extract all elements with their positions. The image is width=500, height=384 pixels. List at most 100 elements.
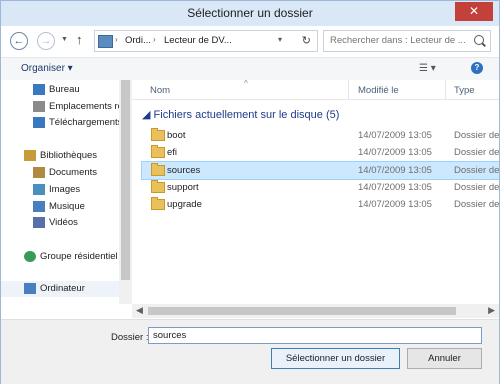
cancel-button[interactable]: Annuler — [407, 348, 482, 369]
images-icon — [33, 184, 45, 195]
table-row[interactable]: support 14/07/2009 13:05 Dossier de — [142, 179, 499, 196]
collapse-chevron-icon[interactable]: ◢ — [142, 109, 150, 121]
scroll-left-icon[interactable]: ◀ — [136, 305, 143, 316]
horizontal-scrollbar[interactable]: ◀ ▶ — [132, 304, 499, 318]
table-row-selected[interactable]: sources 14/07/2009 13:05 Dossier de — [141, 161, 499, 180]
scrollbar-thumb[interactable] — [148, 307, 456, 315]
view-options-icon[interactable]: ☰ ▾ — [419, 63, 436, 74]
nav-item-videos[interactable]: Vidéos — [1, 215, 119, 231]
file-list-pane: ^ Nom Modifié le Type ◢ Fichiers actuell… — [132, 80, 499, 304]
column-divider[interactable] — [348, 80, 349, 99]
row-name: support — [167, 182, 199, 193]
select-folder-dialog: Sélectionner un dossier ✕ ← → ▼ ↑ › Ordi… — [0, 0, 500, 384]
organise-menu-button[interactable]: Organiser ▾ — [21, 63, 73, 74]
table-row[interactable]: upgrade 14/07/2009 13:05 Dossier de — [142, 196, 499, 213]
select-folder-button[interactable]: Sélectionner un dossier — [271, 348, 400, 369]
nav-item-images[interactable]: Images — [1, 182, 119, 198]
folder-icon — [151, 180, 165, 193]
breadcrumb-computer[interactable]: Ordi... — [125, 35, 151, 46]
nav-item-libraries[interactable]: Bibliothèques — [1, 148, 119, 164]
back-button[interactable]: ← — [10, 32, 28, 50]
table-row[interactable]: efi 14/07/2009 13:05 Dossier de — [142, 144, 499, 161]
nav-item-documents[interactable]: Documents — [1, 165, 119, 181]
downloads-icon — [33, 117, 45, 128]
help-icon[interactable]: ? — [471, 62, 483, 74]
navigation-pane: Bureau Emplacements ré Téléchargements B… — [1, 80, 119, 304]
row-type: Dossier de — [454, 130, 499, 141]
nav-item-homegroup[interactable]: Groupe résidentiel — [1, 249, 119, 265]
folder-icon — [151, 163, 165, 176]
column-headers: ^ Nom Modifié le Type — [132, 80, 499, 100]
nav-item-label: Ordinateur — [40, 283, 85, 294]
computer-icon — [24, 283, 36, 294]
nav-item-desktop[interactable]: Bureau — [1, 82, 119, 98]
recent-locations-dropdown[interactable]: ▼ — [61, 36, 68, 43]
row-name: upgrade — [167, 199, 202, 210]
row-name: efi — [167, 147, 178, 158]
column-divider[interactable] — [445, 80, 446, 99]
folder-field-label: Dossier : — [111, 332, 149, 343]
row-date: 14/07/2009 13:05 — [358, 199, 432, 210]
dialog-footer: Dossier : Sélectionner un dossier Annule… — [1, 319, 499, 384]
nav-item-label: Téléchargements — [49, 117, 119, 128]
row-name: boot — [167, 130, 186, 141]
title-bar: Sélectionner un dossier ✕ — [1, 1, 499, 26]
nav-item-label: Vidéos — [49, 217, 78, 228]
nav-item-label: Bureau — [49, 84, 80, 95]
up-folder-button[interactable]: ↑ — [76, 32, 83, 47]
nav-item-label: Groupe résidentiel — [40, 251, 118, 262]
row-date: 14/07/2009 13:05 — [358, 182, 432, 193]
chevron-right-icon[interactable]: › — [153, 35, 156, 44]
column-modified[interactable]: Modifié le — [358, 85, 399, 96]
videos-icon — [33, 217, 45, 228]
computer-icon — [98, 35, 113, 48]
nav-item-label: Emplacements ré — [49, 101, 119, 112]
column-type[interactable]: Type — [454, 85, 475, 96]
search-icon[interactable] — [474, 35, 484, 45]
group-header[interactable]: ◢ Fichiers actuellement sur le disque (5… — [142, 108, 339, 121]
breadcrumb-dvd-drive[interactable]: Lecteur de DV... — [164, 35, 232, 46]
documents-icon — [33, 167, 45, 178]
close-button[interactable]: ✕ — [455, 2, 493, 21]
table-row[interactable]: boot 14/07/2009 13:05 Dossier de — [142, 127, 499, 144]
recent-places-icon — [33, 101, 45, 112]
nav-item-label: Images — [49, 184, 81, 195]
folder-icon — [151, 128, 165, 141]
scrollbar-thumb[interactable] — [121, 80, 130, 280]
libraries-icon — [24, 150, 36, 161]
folder-name-input[interactable] — [148, 327, 482, 344]
row-type: Dossier de — [454, 182, 499, 193]
folder-icon — [151, 197, 165, 210]
music-icon — [33, 201, 45, 212]
group-title: Fichiers actuellement sur le disque (5) — [153, 109, 340, 121]
search-box[interactable] — [323, 30, 491, 52]
scroll-right-icon[interactable]: ▶ — [488, 305, 495, 316]
row-type: Dossier de — [454, 199, 499, 210]
nav-item-music[interactable]: Musique — [1, 199, 119, 215]
address-bar-row: ← → ▼ ↑ › Ordi... › Lecteur de DV... ▾ ↻ — [1, 26, 499, 56]
row-name: sources — [167, 165, 201, 176]
window-title: Sélectionner un dossier — [187, 6, 313, 20]
row-type: Dossier de — [454, 147, 499, 158]
chevron-right-icon[interactable]: › — [115, 35, 118, 44]
nav-item-label: Bibliothèques — [40, 150, 98, 161]
chevron-down-icon[interactable]: ▾ — [278, 35, 282, 44]
nav-item-computer[interactable]: Ordinateur — [1, 281, 119, 297]
row-date: 14/07/2009 13:05 — [358, 147, 432, 158]
row-date: 14/07/2009 13:05 — [358, 165, 432, 176]
address-path-box[interactable]: › Ordi... › Lecteur de DV... ▾ ↻ — [94, 30, 318, 52]
nav-item-label: Documents — [49, 167, 98, 178]
nav-item-label: Musique — [49, 201, 85, 212]
nav-item-downloads[interactable]: Téléchargements — [1, 115, 119, 131]
sort-ascending-icon: ^ — [244, 80, 248, 88]
homegroup-icon — [24, 251, 36, 262]
search-input[interactable] — [330, 34, 465, 47]
navigation-scrollbar[interactable] — [119, 80, 132, 304]
column-name[interactable]: Nom — [150, 85, 170, 96]
nav-item-recent-places[interactable]: Emplacements ré — [1, 99, 119, 115]
forward-button[interactable]: → — [37, 32, 55, 50]
refresh-icon[interactable]: ↻ — [302, 34, 311, 47]
command-toolbar: Organiser ▾ ☰ ▾ ? — [1, 57, 499, 81]
row-date: 14/07/2009 13:05 — [358, 130, 432, 141]
desktop-icon — [33, 84, 45, 95]
